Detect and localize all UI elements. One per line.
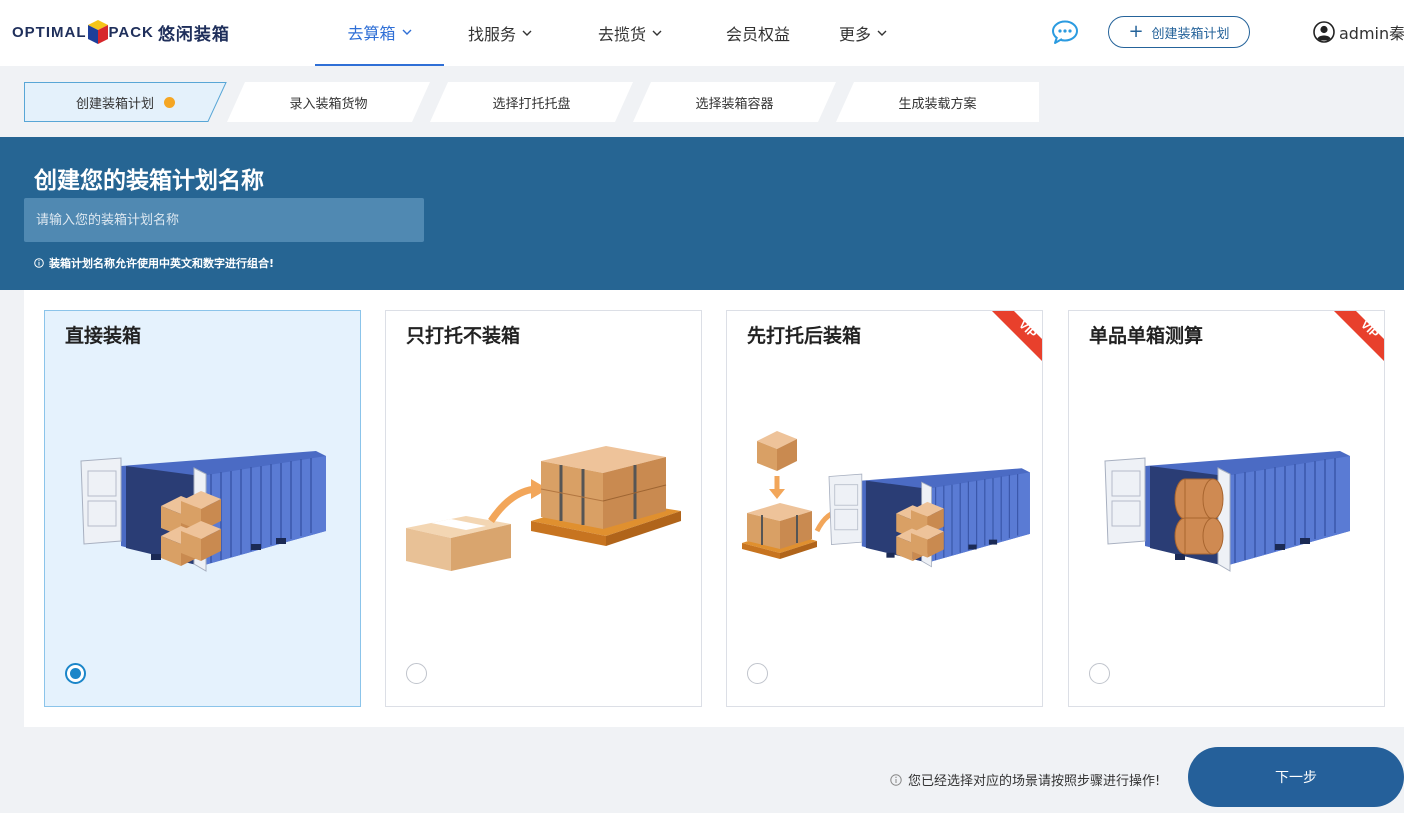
current-step-dot	[164, 96, 175, 108]
nav-item-find-service[interactable]: 找服务	[455, 0, 545, 66]
info-icon	[890, 773, 902, 786]
top-navbar: OPTIMAL PACK 悠闲装箱 去算箱 找服务 去揽货 会员权益 更多 + …	[0, 0, 1404, 66]
scenario-card-direct-load[interactable]: 直接装箱	[44, 310, 361, 707]
step-generate-plan[interactable]: 生成装载方案	[836, 82, 1039, 122]
card-title: 先打托后装箱	[747, 325, 862, 347]
card-title: 单品单箱测算	[1089, 325, 1204, 347]
create-plan-button[interactable]: + 创建装箱计划	[1108, 16, 1250, 48]
card-title: 直接装箱	[65, 325, 142, 347]
chevron-down-icon	[877, 30, 887, 36]
brand-logo[interactable]: OPTIMAL PACK 悠闲装箱	[12, 17, 230, 47]
scenario-card-pallet-then-load[interactable]: 先打托后装箱 VIP	[726, 310, 1043, 707]
info-icon	[34, 258, 44, 268]
footer-hint: 您已经选择对应的场景请按照步骤进行操作!	[890, 770, 1160, 789]
plus-icon: +	[1128, 21, 1144, 42]
step-select-pallet[interactable]: 选择打托托盘	[430, 82, 633, 122]
container-loaded-boxes-illustration	[80, 450, 327, 572]
step-create-plan[interactable]: 创建装箱计划	[24, 82, 227, 122]
logo-cube-icon	[87, 20, 108, 44]
chevron-down-icon	[652, 30, 662, 36]
scenario-card-single-item[interactable]: 单品单箱测算 VIP	[1068, 310, 1385, 707]
box-to-pallet-illustration	[406, 446, 681, 571]
plan-name-banner: 创建您的装箱计划名称 装箱计划名称允许使用中英文和数字进行组合!	[0, 137, 1404, 290]
nav-item-membership[interactable]: 会员权益	[715, 0, 801, 66]
banner-hint: 装箱计划名称允许使用中英文和数字进行组合!	[34, 255, 274, 271]
vip-badge-icon: VIP	[1334, 311, 1384, 361]
logo-text-pack: PACK	[108, 23, 154, 41]
pallet-to-container-illustration	[742, 431, 1031, 568]
user-menu[interactable]: admin秦	[1313, 20, 1404, 44]
scenario-radio[interactable]	[747, 663, 768, 684]
card-title: 只打托不装箱	[406, 325, 521, 347]
user-avatar-icon	[1313, 21, 1335, 43]
container-with-rolls-illustration	[1104, 450, 1351, 572]
chat-bubble-icon[interactable]	[1051, 19, 1079, 45]
step-enter-goods[interactable]: 录入装箱货物	[227, 82, 430, 122]
chevron-down-icon	[522, 30, 532, 36]
vip-badge-icon: VIP	[992, 311, 1042, 361]
scenario-cards: 直接装箱 只打托不装箱 先打托后装箱 VIP 单品单箱测算 VIP	[24, 290, 1404, 727]
logo-text-optimal: OPTIMAL	[12, 23, 87, 41]
username: admin秦	[1339, 24, 1404, 43]
scenario-radio[interactable]	[1089, 663, 1110, 684]
nav-item-more[interactable]: 更多	[828, 0, 898, 66]
banner-title: 创建您的装箱计划名称	[34, 168, 264, 194]
plan-name-input[interactable]	[24, 198, 424, 242]
nav-item-calc-box[interactable]: 去算箱	[315, 0, 444, 66]
scenario-radio[interactable]	[406, 663, 427, 684]
nav-item-pickup[interactable]: 去揽货	[585, 0, 675, 66]
scenario-card-pallet-only[interactable]: 只打托不装箱	[385, 310, 702, 707]
next-step-button[interactable]: 下一步	[1188, 747, 1404, 807]
step-select-container[interactable]: 选择装箱容器	[633, 82, 836, 122]
logo-text-cn: 悠闲装箱	[157, 24, 230, 45]
scenario-radio[interactable]	[65, 663, 86, 684]
chevron-down-icon	[402, 29, 411, 35]
